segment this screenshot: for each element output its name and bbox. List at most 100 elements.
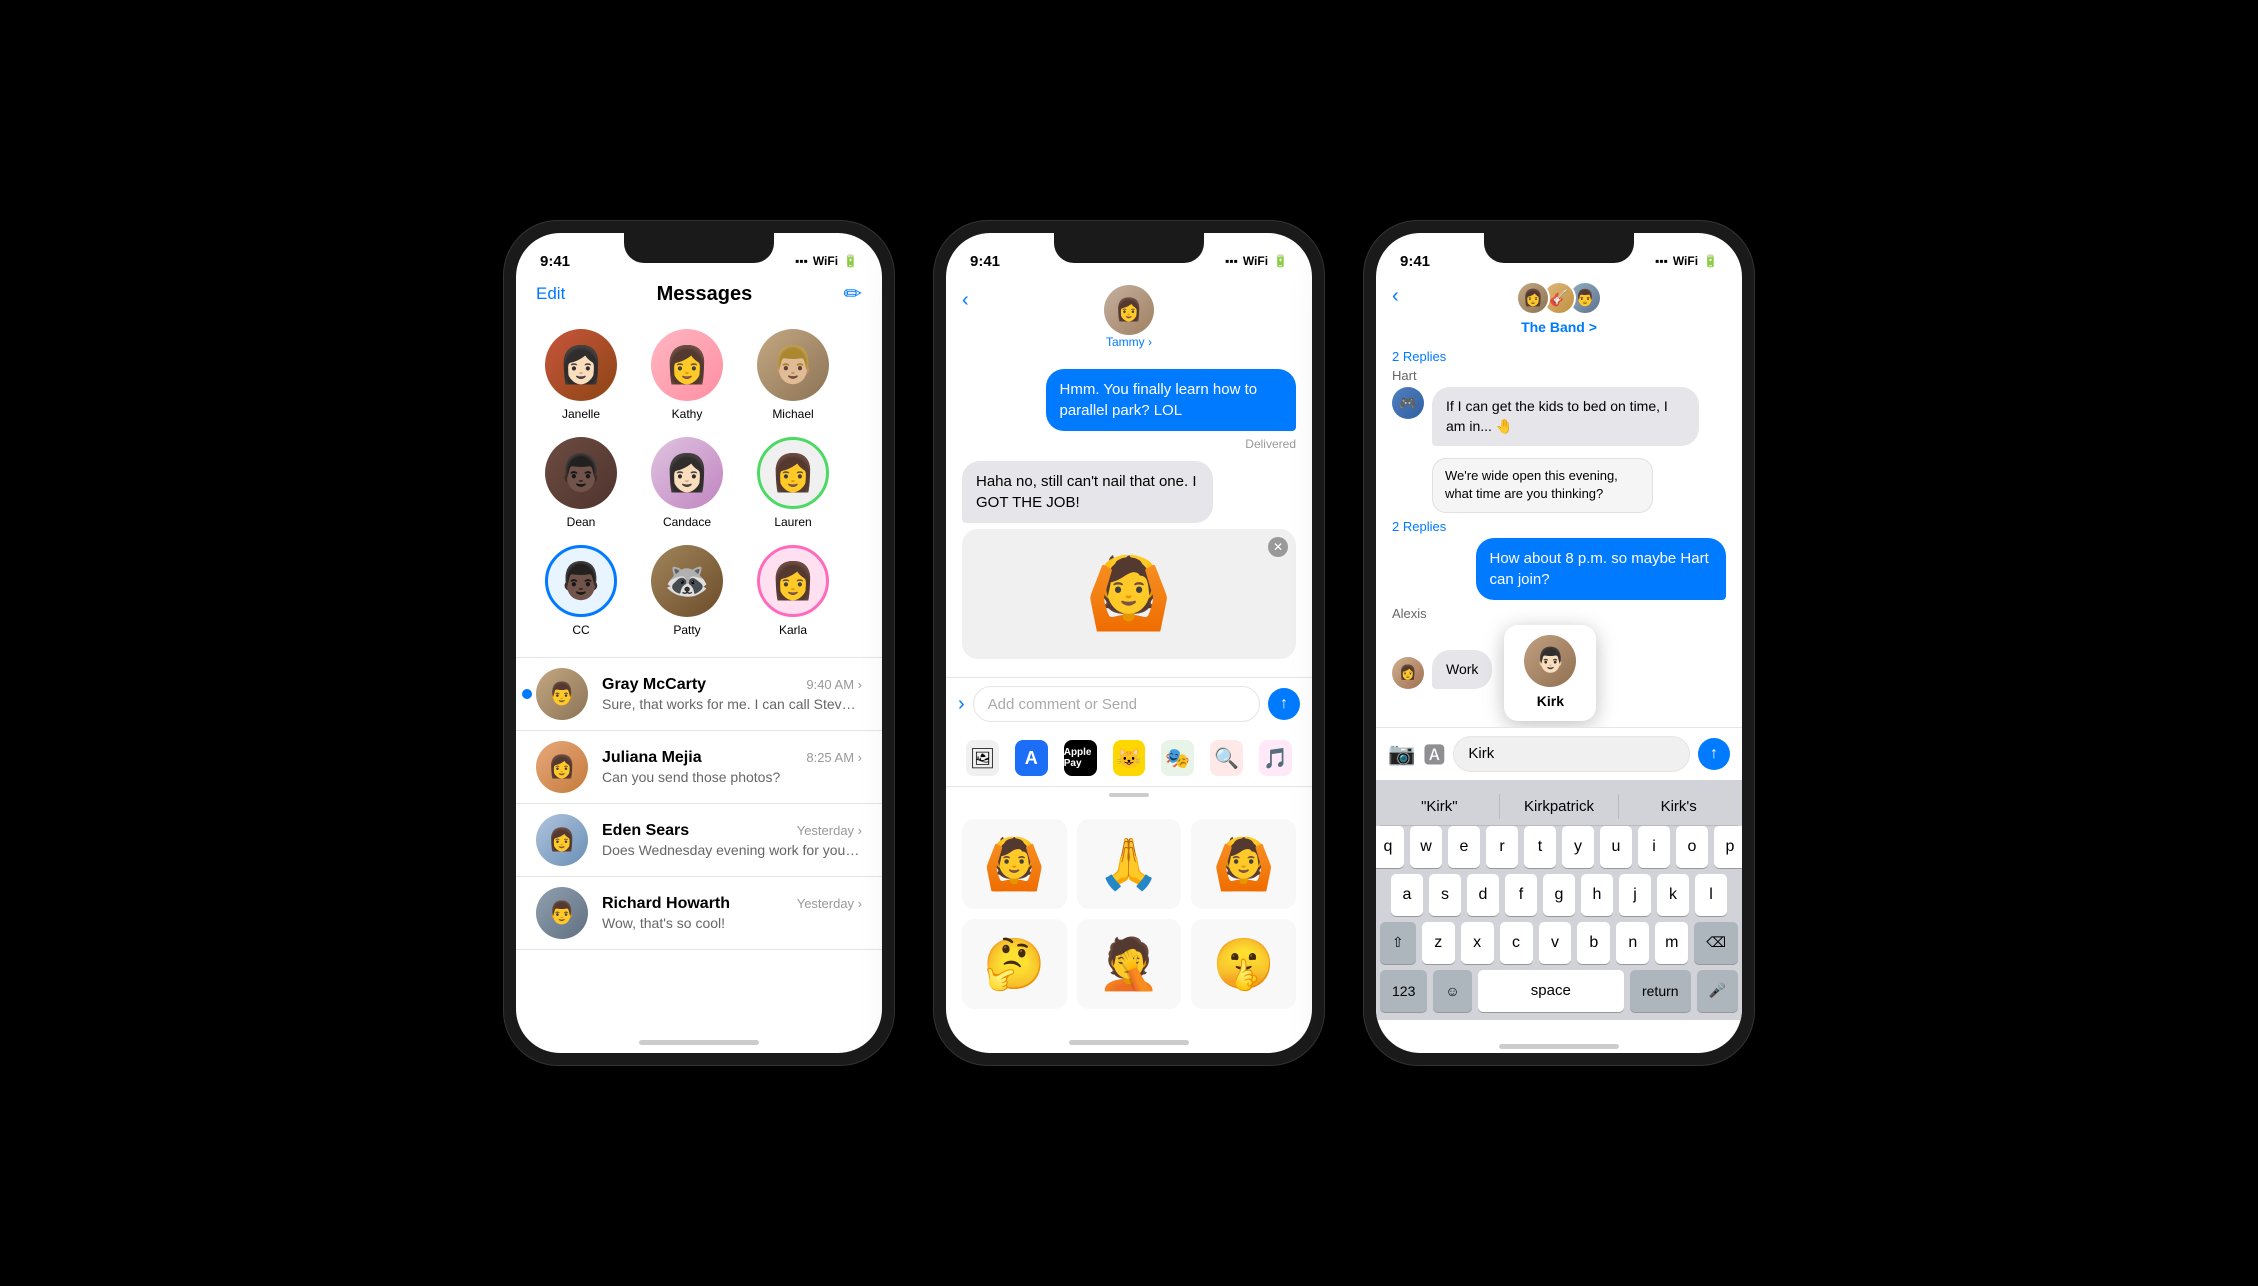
apps-bar-2: 🖼 A Apple Pay 😺 🎭 🔍 🎵 [946, 730, 1312, 787]
send-button-2[interactable]: ↑ [1268, 688, 1300, 720]
sticker-1[interactable]: 🙆 [962, 819, 1067, 909]
applepay-icon[interactable]: Apple Pay [1064, 740, 1097, 776]
key-v[interactable]: v [1539, 922, 1572, 964]
conv-avatar-juliana: 👩 [536, 741, 588, 793]
key-d[interactable]: d [1467, 874, 1499, 916]
chat-avatar-tammy: 👩 [1104, 285, 1154, 335]
key-q[interactable]: q [1376, 826, 1404, 868]
key-h[interactable]: h [1581, 874, 1613, 916]
music-icon[interactable]: 🎵 [1259, 740, 1292, 776]
autocomplete-bar: "Kirk" Kirkpatrick Kirk's [1380, 788, 1738, 826]
key-t[interactable]: t [1524, 826, 1556, 868]
conv-preview-gray: Sure, that works for me. I can call Stev… [602, 696, 862, 712]
contact-patty[interactable]: 🦝 Patty [642, 545, 732, 637]
sticker-2[interactable]: 🙏 [1077, 819, 1182, 909]
group-name[interactable]: The Band > [1521, 319, 1597, 335]
conv-avatar-eden: 👩 [536, 814, 588, 866]
unread-indicator [522, 689, 532, 699]
contact-lauren[interactable]: 👩 Lauren [748, 437, 838, 529]
key-a[interactable]: a [1391, 874, 1423, 916]
key-mic[interactable]: 🎤 [1697, 970, 1738, 1012]
contact-karla[interactable]: 👩 Karla [748, 545, 838, 637]
conversation-eden[interactable]: 👩 Eden Sears Yesterday › Does Wednesday … [516, 804, 882, 877]
conversation-juliana[interactable]: 👩 Juliana Mejia 8:25 AM › Can you send t… [516, 731, 882, 804]
notch-3 [1484, 233, 1634, 263]
back-button-2[interactable]: ‹ [962, 289, 969, 312]
key-u[interactable]: u [1600, 826, 1632, 868]
key-k[interactable]: k [1657, 874, 1689, 916]
key-p[interactable]: p [1714, 826, 1742, 868]
group-av-1: 👩 [1516, 281, 1550, 315]
conversation-gray-mccarty[interactable]: 👨 Gray McCarty 9:40 AM › Sure, that work… [516, 658, 882, 731]
phone-3-screen: 9:41 ▪▪▪ WiFi 🔋 ‹ 👩 🎸 👨 The Band > [1376, 233, 1742, 1053]
chat-input-field-2[interactable]: Add comment or Send [973, 686, 1260, 722]
contact-candace[interactable]: 👩🏻 Candace [642, 437, 732, 529]
key-f[interactable]: f [1505, 874, 1537, 916]
incoming-bubble-1: Haha no, still can't nail that one. I GO… [962, 461, 1213, 523]
key-b[interactable]: b [1577, 922, 1610, 964]
camera-icon[interactable]: 📷 [1388, 741, 1415, 767]
compose-button[interactable]: ✏ [844, 281, 862, 307]
key-s[interactable]: s [1429, 874, 1461, 916]
photos-app-icon[interactable]: 🖼 [966, 740, 999, 776]
key-z[interactable]: z [1422, 922, 1455, 964]
edit-button[interactable]: Edit [536, 284, 565, 304]
back-button-3[interactable]: ‹ [1392, 285, 1399, 308]
key-delete[interactable]: ⌫ [1694, 922, 1738, 964]
key-emoji[interactable]: ☺ [1433, 970, 1471, 1012]
key-return[interactable]: return [1630, 970, 1691, 1012]
sender-alexis: Alexis [1392, 606, 1726, 621]
key-x[interactable]: x [1461, 922, 1494, 964]
key-w[interactable]: w [1410, 826, 1442, 868]
sticker-3[interactable]: 🙆 [1191, 819, 1296, 909]
key-123[interactable]: 123 [1380, 970, 1427, 1012]
sticker-6[interactable]: 🤫 [1191, 919, 1296, 1009]
status-icons-1: ▪▪▪ WiFi 🔋 [795, 254, 858, 268]
key-o[interactable]: o [1676, 826, 1708, 868]
contact-janelle[interactable]: 👩🏻 Janelle [536, 329, 626, 421]
contact-cc[interactable]: 👨🏿 CC [536, 545, 626, 637]
signal-icon: ▪▪▪ [795, 254, 808, 268]
key-e[interactable]: e [1448, 826, 1480, 868]
key-l[interactable]: l [1695, 874, 1727, 916]
contact-dean[interactable]: 👨🏿 Dean [536, 437, 626, 529]
key-j[interactable]: j [1619, 874, 1651, 916]
conversation-richard[interactable]: 👨 Richard Howarth Yesterday › Wow, that'… [516, 877, 882, 950]
key-n[interactable]: n [1616, 922, 1649, 964]
chat-contact-name-tammy[interactable]: Tammy › [1106, 335, 1152, 349]
autocomplete-kirk-quoted[interactable]: "Kirk" [1380, 794, 1500, 819]
conv-time-richard: Yesterday › [797, 896, 862, 911]
divider-2 [1109, 793, 1149, 797]
send-button-3[interactable]: ↑ [1698, 738, 1730, 770]
key-shift[interactable]: ⇧ [1380, 922, 1416, 964]
expand-icon[interactable]: › [958, 693, 965, 716]
contact-michael[interactable]: 👨🏼 Michael [748, 329, 838, 421]
group-input-field[interactable]: Kirk [1453, 736, 1690, 772]
search-app-icon[interactable]: 🔍 [1210, 740, 1243, 776]
app-icon[interactable]: 🅰 [1423, 738, 1445, 770]
conv-name-eden: Eden Sears [602, 822, 689, 840]
contact-kathy[interactable]: 👩 Kathy [642, 329, 732, 421]
kirk-name-popup: 👨🏻 Kirk [1504, 625, 1596, 721]
sticker-close-button[interactable]: ✕ [1268, 537, 1288, 557]
appstore-icon[interactable]: A [1015, 740, 1048, 776]
key-c[interactable]: c [1500, 922, 1533, 964]
stickers-icon[interactable]: 🎭 [1161, 740, 1194, 776]
sticker-5[interactable]: 🤦 [1077, 919, 1182, 1009]
autocomplete-kirkpatrick[interactable]: Kirkpatrick [1500, 794, 1620, 819]
key-g[interactable]: g [1543, 874, 1575, 916]
key-y[interactable]: y [1562, 826, 1594, 868]
key-space[interactable]: space [1478, 970, 1624, 1012]
animoji-icon[interactable]: 😺 [1113, 740, 1146, 776]
status-time-3: 9:41 [1400, 253, 1430, 270]
key-i[interactable]: i [1638, 826, 1670, 868]
key-r[interactable]: r [1486, 826, 1518, 868]
hart-message-row: 🎮 If I can get the kids to bed on time, … [1392, 387, 1726, 452]
kb-row-1: q w e r t y u i o p [1380, 826, 1738, 868]
hart-bubble: If I can get the kids to bed on time, I … [1432, 387, 1699, 446]
autocomplete-kirks[interactable]: Kirk's [1619, 794, 1738, 819]
home-indicator-2 [1069, 1040, 1189, 1045]
notch-1 [624, 233, 774, 263]
sticker-4[interactable]: 🤔 [962, 919, 1067, 1009]
key-m[interactable]: m [1655, 922, 1688, 964]
